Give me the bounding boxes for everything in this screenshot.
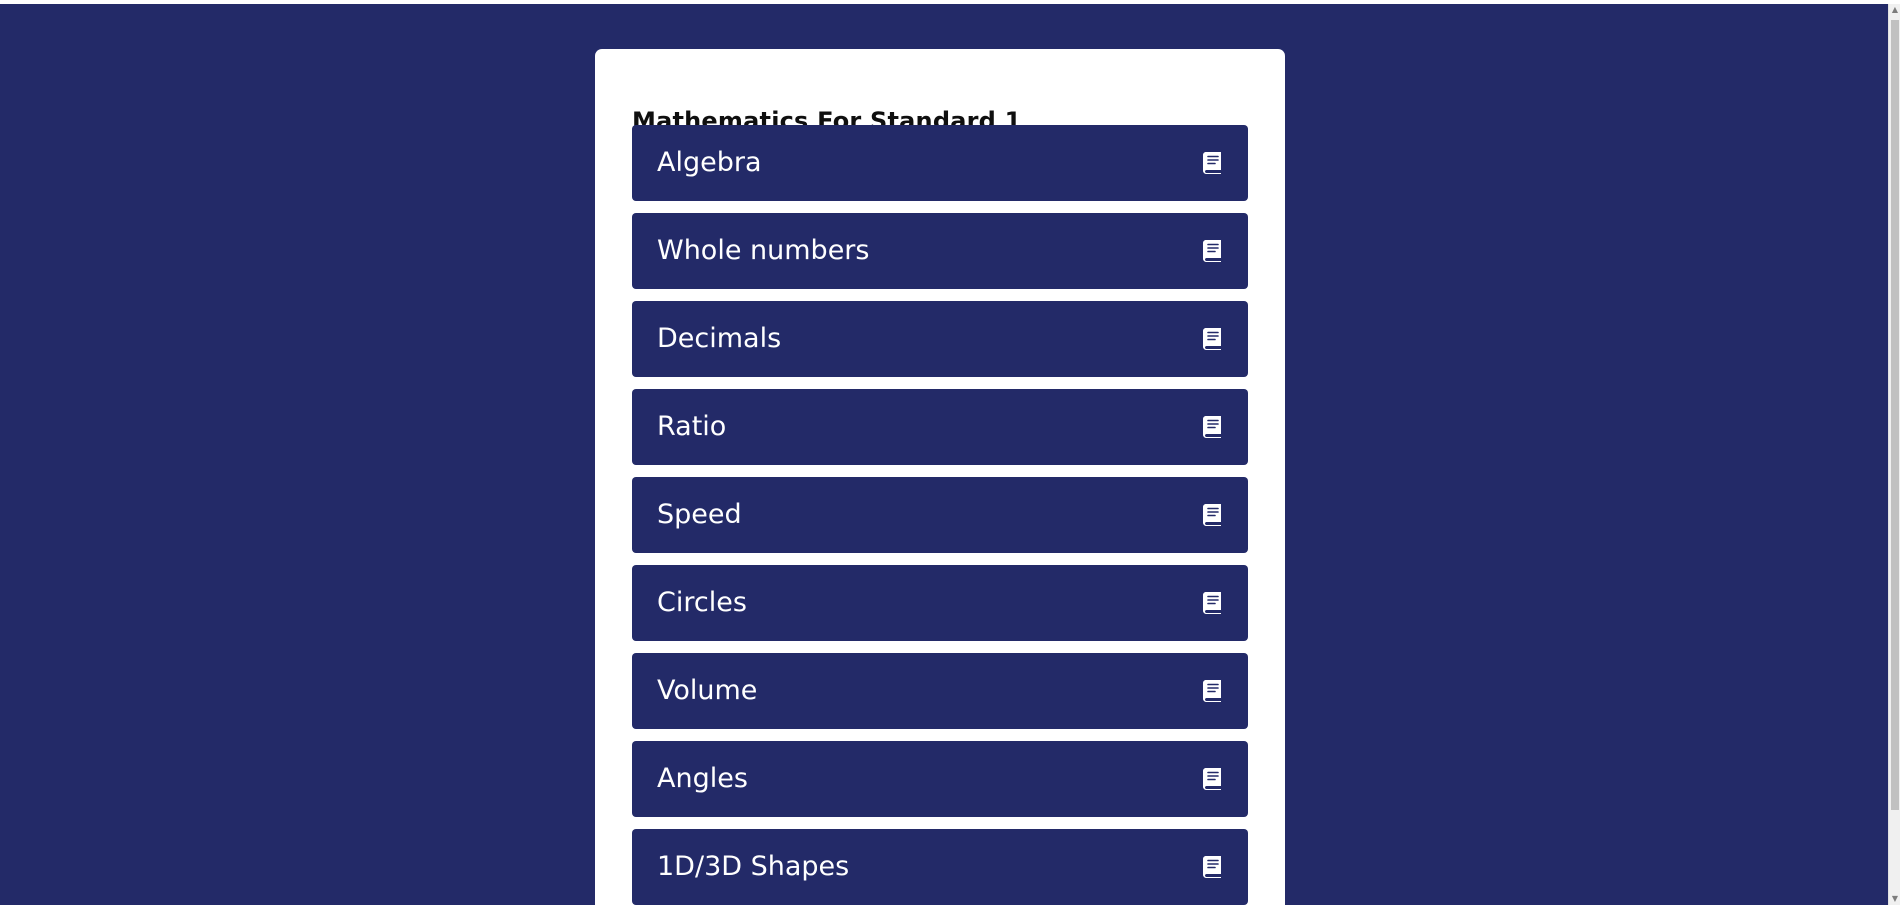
subject-item-circles[interactable]: Circles — [632, 565, 1248, 641]
subject-item-speed[interactable]: Speed — [632, 477, 1248, 553]
book-icon — [1203, 768, 1221, 790]
book-icon — [1203, 328, 1221, 350]
subject-label: Speed — [657, 499, 742, 530]
book-icon — [1203, 240, 1221, 262]
subject-item-1d-3d-shapes[interactable]: 1D/3D Shapes — [632, 829, 1248, 905]
subject-item-algebra[interactable]: Algebra — [632, 125, 1248, 201]
subject-label: Angles — [657, 763, 748, 794]
book-icon — [1203, 416, 1221, 438]
page-background: Mathematics For Standard 1 Algebra Whole… — [0, 4, 1888, 905]
subject-label: Decimals — [657, 323, 782, 354]
subject-label: Volume — [657, 675, 758, 706]
subject-list: Algebra Whole numbers Decimals Ratio Spe… — [632, 125, 1248, 905]
subject-item-decimals[interactable]: Decimals — [632, 301, 1248, 377]
subject-label: Circles — [657, 587, 747, 618]
subject-label: Ratio — [657, 411, 727, 442]
subject-label: Algebra — [657, 147, 762, 178]
browser-viewport: Mathematics For Standard 1 Algebra Whole… — [0, 0, 1900, 907]
subject-item-volume[interactable]: Volume — [632, 653, 1248, 729]
book-icon — [1203, 504, 1221, 526]
scroll-down-icon[interactable]: ▼ — [1890, 893, 1900, 905]
subject-item-ratio[interactable]: Ratio — [632, 389, 1248, 465]
book-icon — [1203, 856, 1221, 878]
subject-card: Mathematics For Standard 1 Algebra Whole… — [595, 49, 1285, 905]
scrollbar-thumb[interactable] — [1891, 20, 1899, 810]
subject-item-whole-numbers[interactable]: Whole numbers — [632, 213, 1248, 289]
vertical-scrollbar[interactable]: ▲ ▼ — [1888, 4, 1900, 905]
subject-label: Whole numbers — [657, 235, 870, 266]
book-icon — [1203, 592, 1221, 614]
subject-item-angles[interactable]: Angles — [632, 741, 1248, 817]
book-icon — [1203, 680, 1221, 702]
scroll-up-icon[interactable]: ▲ — [1890, 4, 1900, 16]
subject-label: 1D/3D Shapes — [657, 851, 850, 882]
book-icon — [1203, 152, 1221, 174]
